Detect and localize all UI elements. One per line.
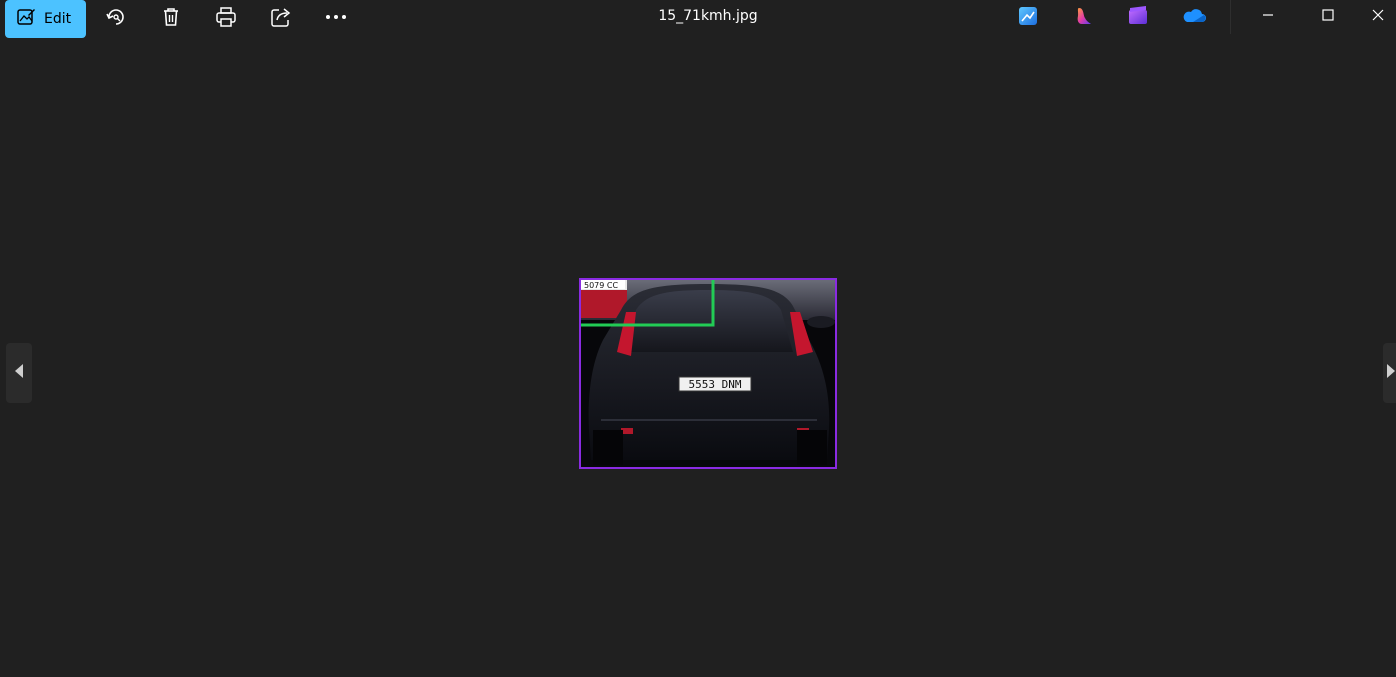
rotate-button[interactable] <box>98 0 134 34</box>
edit-label: Edit <box>44 11 72 27</box>
license-plate-text: 5553 DNM <box>689 378 742 391</box>
car-rear-image: 5553 DNM 5079 CC <box>581 280 835 467</box>
close-button[interactable] <box>1355 0 1396 30</box>
clipchamp-icon[interactable] <box>1128 6 1148 26</box>
maximize-button[interactable] <box>1305 0 1351 30</box>
previous-image-button[interactable] <box>6 343 32 403</box>
rotate-icon <box>105 6 127 28</box>
maximize-icon <box>1322 6 1334 25</box>
copilot-icon[interactable] <box>1074 6 1094 26</box>
onedrive-icon[interactable] <box>1181 6 1207 26</box>
window-title: 15_71kmh.jpg <box>658 8 758 24</box>
close-icon <box>1372 6 1384 25</box>
edit-button[interactable]: Edit <box>5 0 86 38</box>
more-options-button[interactable] <box>318 0 354 34</box>
overlay-label-text: 5079 CC <box>584 281 618 290</box>
share-icon <box>270 6 292 28</box>
print-icon <box>215 6 237 28</box>
share-button[interactable] <box>263 0 299 34</box>
print-button[interactable] <box>208 0 244 34</box>
titlebar: Edit 15_71kmh.jpg <box>0 0 1396 40</box>
delete-icon <box>161 6 181 28</box>
minimize-icon <box>1262 6 1274 25</box>
minimize-button[interactable] <box>1245 0 1291 30</box>
chevron-right-icon <box>1385 363 1395 383</box>
titlebar-divider <box>1230 0 1231 34</box>
next-image-button[interactable] <box>1383 343 1396 403</box>
delete-button[interactable] <box>153 0 189 34</box>
displayed-photo: 5553 DNM 5079 CC <box>579 278 837 469</box>
chevron-left-icon <box>13 363 25 383</box>
edit-image-icon <box>16 7 36 31</box>
photos-app-icon[interactable] <box>1018 6 1038 26</box>
more-icon <box>325 14 347 20</box>
